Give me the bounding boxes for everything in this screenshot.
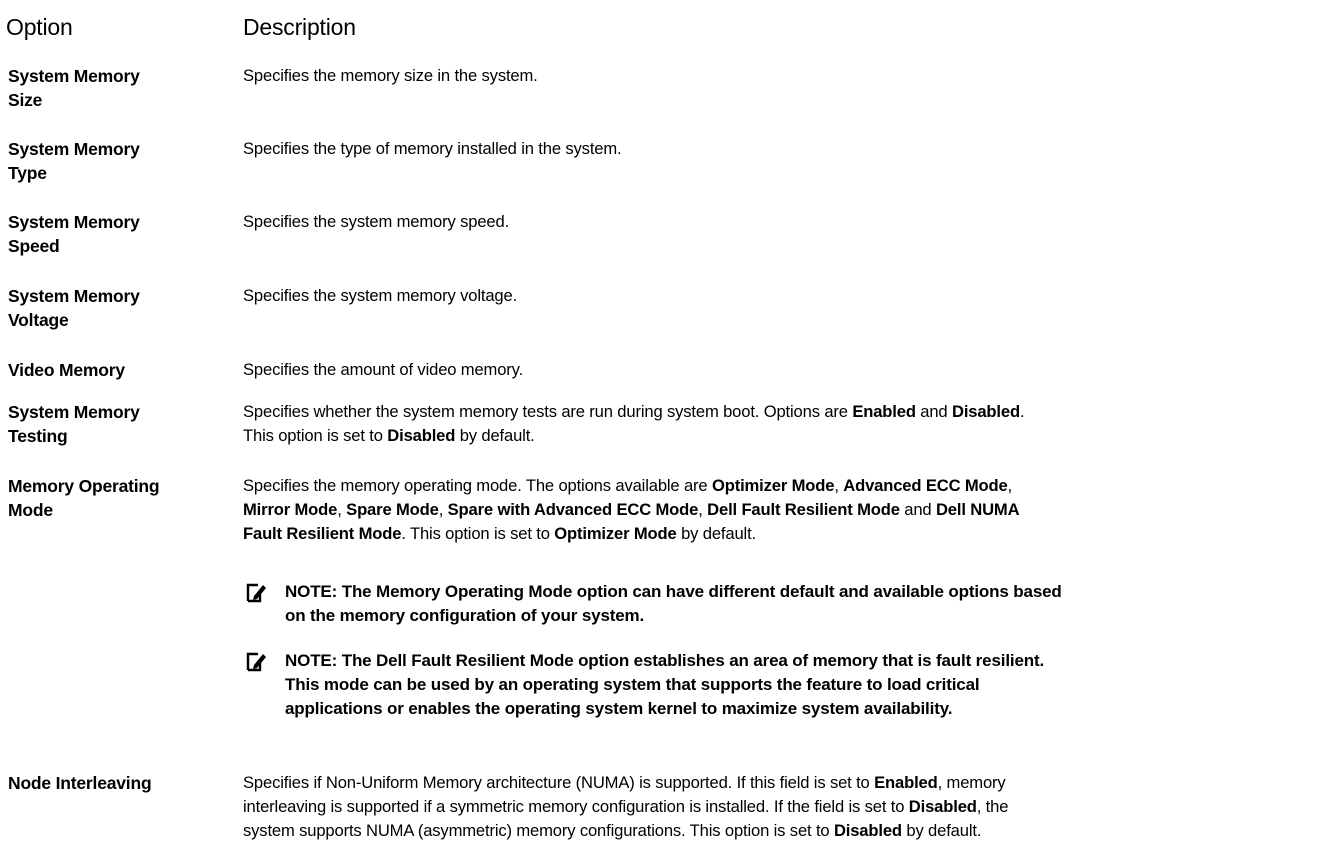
option-description: Specifies the memory size in the system. bbox=[243, 66, 538, 85]
option-name: System Memory Speed bbox=[8, 212, 140, 256]
pencil-note-icon bbox=[246, 652, 266, 672]
option-name: System Memory Size bbox=[8, 66, 140, 110]
option-description: Specifies the system memory voltage. bbox=[243, 286, 518, 305]
column-header-option: Option bbox=[6, 14, 73, 40]
option-description: Specifies whether the system memory test… bbox=[243, 402, 1025, 445]
option-description: Specifies the amount of video memory. bbox=[243, 360, 524, 379]
option-description: Specifies the type of memory installed i… bbox=[243, 139, 622, 158]
note-text: NOTE: The Memory Operating Mode option c… bbox=[285, 582, 1062, 625]
option-name: Node Interleaving bbox=[8, 773, 152, 793]
option-description: Specifies the memory operating mode. The… bbox=[243, 476, 1020, 543]
option-name: System Memory Type bbox=[8, 139, 140, 183]
option-name: System Memory Testing bbox=[8, 402, 140, 446]
pencil-note-icon bbox=[246, 583, 266, 603]
option-description: Specifies the system memory speed. bbox=[243, 212, 510, 231]
option-name: Video Memory bbox=[8, 360, 125, 380]
column-header-description: Description bbox=[243, 14, 356, 40]
option-description: Specifies if Non-Uniform Memory architec… bbox=[243, 773, 1009, 840]
option-name: Memory Operating Mode bbox=[8, 476, 160, 520]
option-name: System Memory Voltage bbox=[8, 286, 140, 330]
note-text: NOTE: The Dell Fault Resilient Mode opti… bbox=[285, 651, 1045, 718]
bios-memory-settings-table: Option Description System Memory Size Sp… bbox=[0, 0, 1338, 849]
